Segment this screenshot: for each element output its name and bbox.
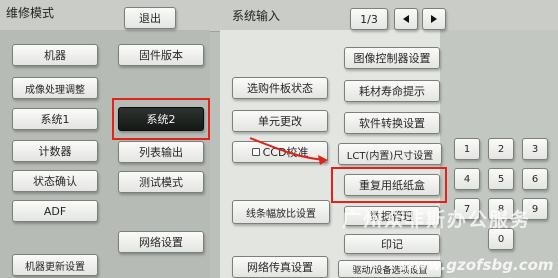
menu-system1[interactable]: 系统1	[12, 108, 98, 130]
selected-highlight-box	[112, 98, 210, 140]
software-switch-button[interactable]: 软件转换设置	[344, 112, 440, 134]
key-5[interactable]: 5	[488, 168, 514, 190]
key-6[interactable]: 6	[522, 168, 548, 190]
menu-list-output[interactable]: 列表输出	[118, 141, 204, 163]
prev-page-button[interactable]	[394, 8, 418, 30]
lct-size-settings-button[interactable]: LCT(内置)尺寸设置	[338, 143, 442, 165]
section-title: 系统输入	[232, 9, 281, 23]
target-highlight-box	[331, 167, 447, 203]
menu-imaging-adjust[interactable]: 成像处理调整	[12, 77, 98, 99]
stamp-button[interactable]: 印记	[344, 234, 440, 254]
menu-status-check[interactable]: 状态确认	[12, 170, 98, 192]
key-4[interactable]: 4	[454, 168, 480, 190]
watermark-text: 广州众非斯办公服务	[342, 209, 532, 231]
network-fax-settings-button[interactable]: 网络传真设置	[232, 256, 328, 278]
next-page-button[interactable]	[422, 8, 446, 30]
key-2[interactable]: 2	[488, 138, 514, 160]
exit-button[interactable]: 退出	[124, 7, 176, 29]
key-1[interactable]: 1	[454, 138, 480, 160]
page-title: 维修模式	[6, 6, 55, 20]
menu-adf[interactable]: ADF	[12, 200, 98, 222]
menu-machine[interactable]: 机器	[12, 44, 98, 66]
checkbox-icon	[251, 148, 260, 156]
image-controller-settings-button[interactable]: 图像控制器设置	[344, 47, 440, 69]
ccd-calibration-label: CCD校准	[262, 146, 309, 159]
menu-network-settings[interactable]: 网络设置	[118, 231, 204, 253]
menu-firmware-version[interactable]: 固件版本	[118, 44, 204, 66]
consumable-life-button[interactable]: 耗材寿命提示	[344, 80, 440, 102]
menu-counter[interactable]: 计数器	[12, 140, 98, 162]
key-3[interactable]: 3	[522, 138, 548, 160]
page-indicator: 1/3	[350, 8, 388, 30]
watermark-url: www.gzofsbg.com	[400, 256, 554, 274]
ccd-calibration-button[interactable]: CCD校准	[232, 141, 328, 163]
right-triangle-icon	[431, 15, 437, 23]
unit-change-button[interactable]: 单元更改	[232, 110, 328, 132]
left-triangle-icon	[403, 15, 409, 23]
menu-test-mode[interactable]: 测试模式	[118, 171, 204, 193]
menu-machine-update[interactable]: 机器更新设置	[12, 254, 98, 276]
option-board-status-button[interactable]: 选购件板状态	[232, 77, 328, 99]
line-scale-settings-button[interactable]: 线条幅放比设置	[232, 200, 330, 224]
